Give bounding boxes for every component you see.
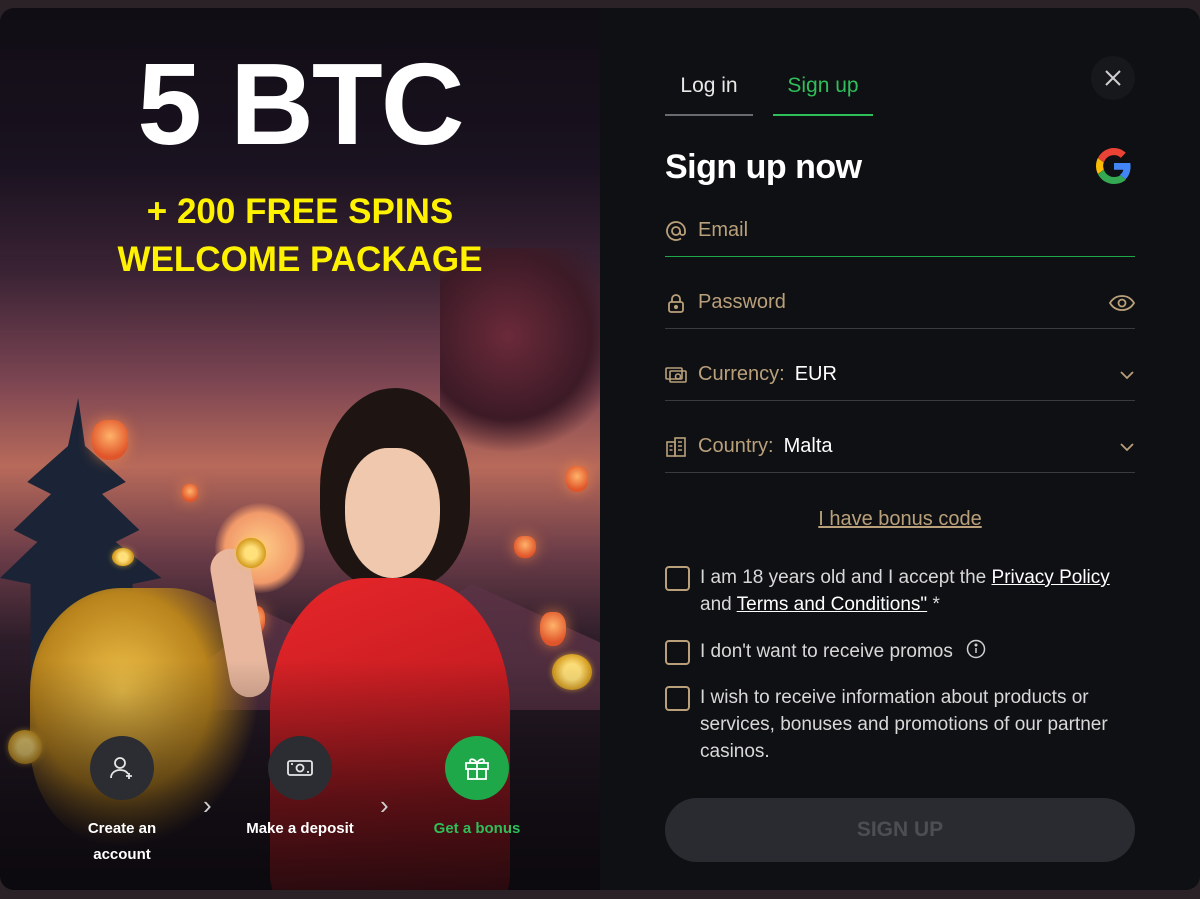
chevron-right-icon: ›	[380, 790, 389, 820]
country-value: Malta	[783, 435, 833, 457]
chevron-right-icon: ›	[203, 790, 212, 820]
close-icon	[1105, 70, 1121, 86]
gold-coin	[236, 538, 266, 568]
country-label: Country:	[698, 435, 774, 457]
bonus-code-link[interactable]: I have bonus code	[600, 508, 1200, 531]
partner-info-text: I wish to receive information about prod…	[700, 687, 1108, 762]
eye-icon	[1109, 294, 1135, 311]
bonus-steps: Create an account › Make a deposit › Get…	[70, 736, 550, 876]
required-mark: *	[932, 594, 940, 615]
gift-icon	[465, 758, 489, 780]
partner-info-checkbox[interactable]	[665, 686, 690, 711]
currency-value: EUR	[794, 363, 837, 385]
sign-up-button[interactable]: SIGN UP	[665, 798, 1135, 862]
no-promos-consent: I don't want to receive promos	[665, 638, 1135, 665]
gold-coin	[112, 548, 134, 566]
lock-icon	[665, 292, 687, 314]
no-promos-text: I don't want to receive promos	[700, 638, 986, 665]
cash-icon	[287, 760, 313, 776]
promo-panel: 5 BTC + 200 FREE SPINS WELCOME PACKAGE C…	[0, 8, 600, 890]
promo-headline: 5 BTC	[137, 39, 464, 169]
tab-login[interactable]: Log in	[665, 66, 753, 116]
at-icon	[665, 220, 687, 242]
step-make-deposit: Make a deposit	[240, 736, 360, 842]
currency-icon	[665, 364, 687, 386]
google-icon[interactable]	[1096, 148, 1132, 184]
partner-info-consent: I wish to receive information about prod…	[665, 684, 1135, 765]
toggle-password-visibility[interactable]	[1109, 294, 1135, 312]
lantern	[92, 420, 128, 460]
promo-subline-package: WELCOME PACKAGE	[117, 240, 483, 279]
country-select[interactable]: Country: Malta	[665, 421, 1135, 473]
close-button[interactable]	[1091, 56, 1135, 100]
email-input[interactable]	[698, 219, 1135, 242]
password-field[interactable]	[665, 277, 1135, 329]
age-terms-text: I am 18 years old and I accept the Priva…	[700, 567, 1110, 615]
step-create-account: Create an account	[62, 736, 182, 868]
step-circle-active	[445, 736, 509, 800]
lantern	[182, 484, 198, 502]
privacy-policy-link[interactable]: Privacy Policy	[992, 567, 1110, 588]
step-circle	[268, 736, 332, 800]
no-promos-checkbox[interactable]	[665, 640, 690, 665]
currency-select[interactable]: Currency: EUR	[665, 349, 1135, 401]
password-input[interactable]	[698, 291, 1109, 314]
step-label: Create an account	[87, 820, 157, 863]
chevron-down-icon	[1119, 442, 1135, 452]
age-terms-checkbox[interactable]	[665, 566, 690, 591]
terms-link[interactable]: Terms and Conditions"	[737, 594, 928, 615]
age-terms-consent: I am 18 years old and I accept the Priva…	[665, 564, 1135, 618]
signup-form-panel: Log in Sign up Sign up now Email Currenc…	[600, 8, 1200, 890]
step-get-bonus: Get a bonus	[417, 736, 537, 842]
currency-label: Currency:	[698, 363, 785, 385]
email-field[interactable]	[665, 205, 1135, 257]
page-title: Sign up now	[665, 148, 862, 186]
tab-signup[interactable]: Sign up	[773, 66, 873, 116]
building-icon	[665, 436, 687, 458]
step-circle	[90, 736, 154, 800]
promo-subline-spins: + 200 FREE SPINS	[146, 192, 454, 231]
signup-modal: 5 BTC + 200 FREE SPINS WELCOME PACKAGE C…	[0, 8, 1200, 890]
step-label: Get a bonus	[433, 820, 521, 837]
step-label: Make a deposit	[246, 820, 354, 837]
info-icon[interactable]	[966, 639, 986, 659]
user-add-icon	[110, 757, 132, 779]
chevron-down-icon	[1119, 370, 1135, 380]
lantern	[566, 466, 588, 492]
